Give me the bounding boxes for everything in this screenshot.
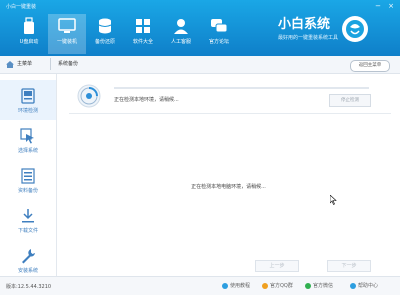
nav-item-install[interactable]: 一键装机 [48, 14, 86, 54]
nav-item-backup[interactable]: 备份还原 [86, 14, 124, 54]
help-center-link[interactable]: 帮助中心 [350, 282, 378, 289]
nav-label: 备份还原 [94, 39, 115, 45]
forum-icon [210, 17, 228, 35]
help-icon [350, 282, 356, 289]
breadcrumb-current: 系统备份 [58, 61, 79, 67]
sidebar-item-backup[interactable]: 资料备份 [0, 160, 56, 200]
main-panel: 正在检测本地环境，请稍候... 停止检测 正在检测本地电脑环境，请稍候... 上… [57, 74, 400, 276]
sidebar-item-env-check[interactable]: 环境检测 [0, 80, 56, 120]
divider [69, 113, 391, 114]
mouse-cursor-icon [330, 195, 337, 205]
wechat-label: 官方微信 [313, 283, 334, 289]
header-bar: 小白一键重装 − × U盘启动 一键装机 备份还原 软件大全 人工客服 官方论坛… [0, 0, 400, 56]
cursor-select-icon [20, 128, 36, 144]
headset-icon [172, 17, 190, 35]
nav-label: 官方论坛 [208, 39, 229, 45]
download-icon [20, 208, 36, 224]
usb-drive-icon [20, 17, 38, 35]
wechat-icon [305, 282, 311, 289]
next-step-button[interactable]: 下一步 [327, 260, 371, 272]
previous-step-button[interactable]: 上一步 [255, 260, 299, 272]
breadcrumb: 主菜单 系统备份 返回主菜单 [0, 56, 400, 74]
sidebar-item-select-system[interactable]: 选择系统 [0, 120, 56, 160]
qq-group-label: 官方QQ群 [270, 283, 293, 289]
help-center-label: 帮助中心 [358, 283, 379, 289]
qq-icon [262, 282, 268, 289]
tutorial-icon [222, 282, 228, 289]
home-icon [6, 61, 14, 68]
center-status-text: 正在检测本地电脑环境，请稍候... [191, 184, 266, 190]
progress-bar [114, 87, 369, 89]
tutorial-link[interactable]: 使用教程 [222, 282, 250, 289]
scanning-spinner-icon [77, 84, 101, 108]
step-sidebar: 环境检测 选择系统 资料备份 下载文件 安装系统 [0, 74, 57, 276]
app-window: 小白一键重装 − × U盘启动 一键装机 备份还原 软件大全 人工客服 官方论坛… [0, 0, 400, 295]
sidebar-item-label: 资料备份 [17, 188, 38, 194]
breadcrumb-home[interactable]: 主菜单 [17, 60, 32, 67]
nav-item-forum[interactable]: 官方论坛 [200, 14, 238, 54]
nav-label: 软件大全 [132, 39, 153, 45]
breadcrumb-divider [50, 58, 51, 70]
status-bar: 版本:12.5.44.3210 使用教程 官方QQ群 官方微信 帮助中心 [0, 276, 400, 295]
brand-subtitle: 最好用的一键重装系统工具 [277, 34, 338, 41]
window-title: 小白一键重装 [6, 4, 37, 10]
qq-group-link[interactable]: 官方QQ群 [262, 282, 293, 289]
version-text: 版本:12.5.44.3210 [6, 284, 52, 290]
detection-status-text: 正在检测本地环境，请稍候... [114, 97, 179, 103]
computer-check-icon [20, 88, 36, 104]
tutorial-label: 使用教程 [230, 283, 251, 289]
window-controls: − × [373, 2, 396, 10]
main-nav: U盘启动 一键装机 备份还原 软件大全 人工客服 官方论坛 [10, 14, 238, 54]
nav-label: U盘启动 [19, 39, 39, 45]
wechat-link[interactable]: 官方微信 [305, 282, 333, 289]
sidebar-item-install[interactable]: 安装系统 [0, 240, 56, 280]
sidebar-item-label: 选择系统 [17, 148, 38, 154]
close-button[interactable]: × [386, 2, 396, 10]
return-main-button[interactable]: 返回主菜单 [350, 60, 390, 72]
brand: 小白系统 最好用的一键重装系统工具 [278, 16, 368, 42]
logo-icon [342, 16, 368, 42]
wrench-icon [20, 248, 36, 264]
nav-item-usb[interactable]: U盘启动 [10, 14, 48, 54]
nav-label: 一键装机 [56, 39, 77, 45]
minimize-button[interactable]: − [373, 2, 383, 10]
nav-item-software[interactable]: 软件大全 [124, 14, 162, 54]
sidebar-item-download[interactable]: 下载文件 [0, 200, 56, 240]
monitor-icon [58, 17, 76, 35]
stop-detection-button[interactable]: 停止检测 [329, 94, 371, 107]
apps-grid-icon [134, 17, 152, 35]
nav-item-support[interactable]: 人工客服 [162, 14, 200, 54]
sidebar-item-label: 环境检测 [17, 108, 38, 114]
nav-label: 人工客服 [170, 39, 191, 45]
database-icon [96, 17, 114, 35]
backup-list-icon [20, 168, 36, 184]
sidebar-item-label: 安装系统 [17, 268, 38, 274]
sidebar-item-label: 下载文件 [17, 228, 38, 234]
brand-title: 小白系统 [277, 16, 330, 32]
